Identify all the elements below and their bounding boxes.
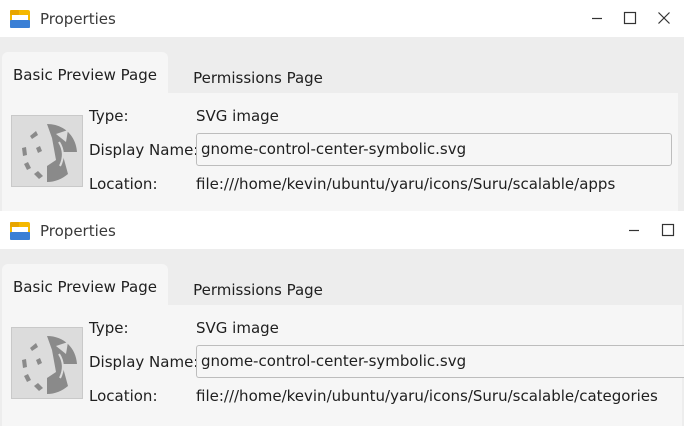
location-label: Location: (89, 387, 158, 405)
minimize-icon[interactable] (625, 221, 643, 239)
type-label: Type: (89, 107, 129, 125)
window-title: Properties (40, 10, 116, 28)
folder-icon (10, 10, 30, 28)
gnome-control-center-symbolic-icon (22, 124, 77, 182)
window-title: Properties (40, 222, 116, 240)
location-value: file:///home/kevin/ubuntu/yaru/icons/Sur… (196, 387, 658, 405)
tab-bar: Basic Preview Page Permissions Page (0, 37, 684, 94)
close-icon[interactable] (655, 9, 673, 27)
tab-permissions[interactable]: Permissions Page (168, 52, 348, 94)
display-name-field[interactable]: gnome-control-center-symbolic.svg (196, 345, 684, 378)
title-bar[interactable]: Properties (0, 0, 684, 37)
title-bar[interactable]: Properties (0, 212, 684, 249)
preview-thumbnail (11, 115, 83, 187)
type-value: SVG image (196, 107, 279, 125)
type-label: Type: (89, 319, 129, 337)
minimize-icon[interactable] (588, 9, 606, 27)
folder-icon (10, 222, 30, 240)
type-value: SVG image (196, 319, 279, 337)
location-value: file:///home/kevin/ubuntu/yaru/icons/Sur… (196, 175, 616, 193)
basic-preview-panel: Type: SVG image Display Name: gnome-cont… (2, 305, 684, 426)
tab-basic-preview[interactable]: Basic Preview Page (2, 52, 168, 94)
properties-window-2: Properties Basic Preview Page Permission… (0, 212, 684, 426)
tab-basic-preview[interactable]: Basic Preview Page (2, 264, 168, 306)
location-label: Location: (89, 175, 158, 193)
display-name-label: Display Name: (89, 353, 199, 371)
basic-preview-panel: Type: SVG image Display Name: gnome-cont… (2, 93, 678, 211)
tab-bar: Basic Preview Page Permissions Page (0, 249, 684, 306)
properties-window-1: Properties Basic Preview Page Permission… (0, 0, 684, 211)
gnome-control-center-symbolic-icon (22, 336, 77, 394)
display-name-label: Display Name: (89, 141, 199, 159)
maximize-icon[interactable] (621, 9, 639, 27)
preview-thumbnail (11, 327, 83, 399)
maximize-icon[interactable] (659, 221, 677, 239)
tab-permissions[interactable]: Permissions Page (168, 264, 348, 306)
display-name-field[interactable]: gnome-control-center-symbolic.svg (196, 133, 672, 166)
